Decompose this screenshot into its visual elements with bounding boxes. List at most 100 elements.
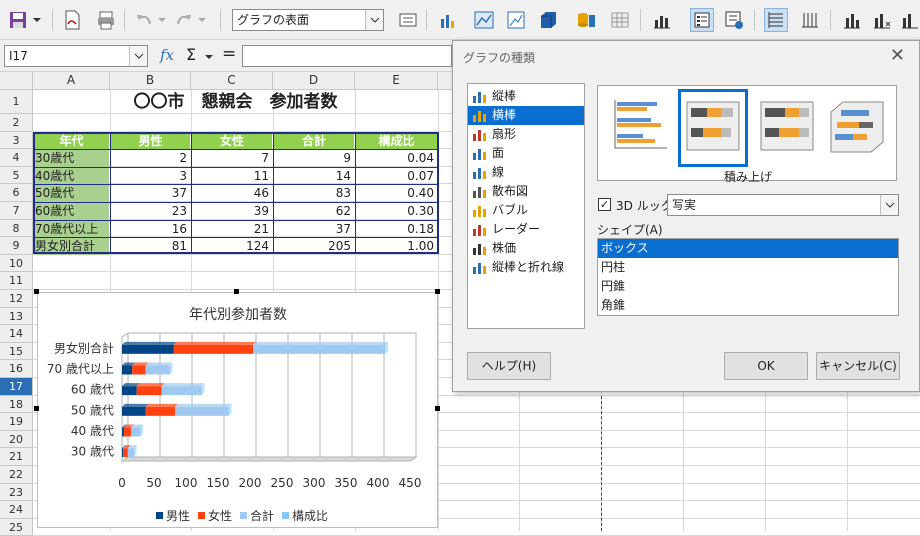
y-axis-icon[interactable] <box>898 8 920 32</box>
cell-male[interactable]: 23 <box>111 203 190 220</box>
select-all-corner[interactable] <box>0 72 33 90</box>
row-header[interactable]: 25 <box>0 518 33 536</box>
legend-settings-icon[interactable] <box>722 8 746 32</box>
cancel-button[interactable]: キャンセル(C) <box>816 352 900 380</box>
cell-age[interactable]: 40歳代 <box>34 167 109 185</box>
row-header[interactable]: 11 <box>0 272 33 290</box>
column-header-d[interactable]: D <box>273 72 355 90</box>
variant-stacked[interactable] <box>678 89 748 167</box>
cell-ratio[interactable]: 0.30 <box>356 203 437 220</box>
close-icon[interactable]: ✕ <box>890 45 905 66</box>
chart-element-combo[interactable]: グラフの表面 <box>232 9 384 31</box>
cell-age[interactable]: 60歳代 <box>34 203 109 220</box>
cell-male[interactable]: 16 <box>111 221 190 238</box>
shape-item[interactable]: ボックス <box>598 239 898 258</box>
row-header[interactable]: 5 <box>0 166 33 185</box>
insert-titles-icon[interactable] <box>650 8 674 32</box>
cell-female[interactable]: 46 <box>192 185 272 202</box>
row-header[interactable]: 6 <box>0 184 33 202</box>
sheet-title[interactable]: 〇〇市 懇親会 参加者数 <box>33 91 438 113</box>
shape-item[interactable]: 円柱 <box>598 258 898 277</box>
cell-total[interactable]: 205 <box>274 238 354 255</box>
cell-ratio[interactable]: 0.40 <box>356 185 437 202</box>
header-cell-age[interactable]: 年代 <box>34 133 109 150</box>
cell-ratio[interactable]: 0.04 <box>356 150 437 167</box>
legend-toggle-icon[interactable] <box>690 8 714 32</box>
cell-age[interactable]: 70歳代以上 <box>34 220 109 238</box>
formula-icon[interactable]: = <box>222 44 236 64</box>
chart-resize-handle[interactable] <box>34 406 39 411</box>
row-header[interactable]: 1 <box>0 90 33 114</box>
row-header[interactable]: 10 <box>0 254 33 273</box>
row-header[interactable]: 20 <box>0 430 33 449</box>
data-grid-icon[interactable] <box>608 8 632 32</box>
row-header[interactable]: 22 <box>0 466 33 484</box>
redo-dropdown-icon[interactable] <box>196 8 208 32</box>
row-header[interactable]: 16 <box>0 360 33 378</box>
formula-input[interactable] <box>242 45 452 67</box>
row-header[interactable]: 8 <box>0 219 33 238</box>
chart-type-item[interactable]: 線 <box>468 163 584 182</box>
row-header[interactable]: 23 <box>0 483 33 502</box>
cell-age[interactable]: 50歳代 <box>34 185 109 203</box>
chart-type-item[interactable]: 縦棒 <box>468 87 584 106</box>
variant-normal[interactable] <box>608 92 674 164</box>
cell-female[interactable]: 11 <box>192 168 272 185</box>
row-header[interactable]: 15 <box>0 342 33 361</box>
save-dropdown-icon[interactable] <box>30 8 44 32</box>
cell-ratio[interactable]: 1.00 <box>356 238 437 255</box>
print-icon[interactable] <box>94 8 118 32</box>
cell-female[interactable]: 39 <box>192 203 272 220</box>
row-header[interactable]: 2 <box>0 114 33 132</box>
cell-male[interactable]: 37 <box>111 185 190 202</box>
cell-total[interactable]: 83 <box>274 185 354 202</box>
axes-icon[interactable] <box>840 8 864 32</box>
export-pdf-icon[interactable] <box>60 8 84 32</box>
cell-total[interactable]: 9 <box>274 150 354 167</box>
sum-icon[interactable]: Σ <box>186 45 196 64</box>
header-cell-male[interactable]: 男性 <box>111 133 190 150</box>
name-box[interactable]: I17 <box>4 45 148 67</box>
chart-type-item[interactable]: バブル <box>468 201 584 220</box>
cell-female[interactable]: 124 <box>192 238 272 255</box>
horizontal-grid-icon[interactable] <box>764 8 788 32</box>
undo-dropdown-icon[interactable] <box>156 8 168 32</box>
column-header-a[interactable]: A <box>33 72 110 90</box>
shape-item[interactable]: 角錐 <box>598 296 898 315</box>
function-wizard-icon[interactable]: fx <box>160 46 174 64</box>
data-table-icon[interactable] <box>574 8 598 32</box>
cell-ratio[interactable]: 0.07 <box>356 168 437 185</box>
cell-male[interactable]: 2 <box>111 150 190 167</box>
header-cell-female[interactable]: 女性 <box>192 133 272 150</box>
cell-male[interactable]: 81 <box>111 238 190 255</box>
chart-type-item[interactable]: 株価 <box>468 239 584 258</box>
cell-age[interactable]: 男女別合計 <box>34 238 109 256</box>
chart-type-item[interactable]: 散布図 <box>468 182 584 201</box>
row-header[interactable]: 7 <box>0 202 33 220</box>
shape-list[interactable]: ボックス 円柱 円錐 角錐 <box>597 238 899 316</box>
3d-look-checkbox[interactable]: ✓ <box>598 198 611 211</box>
chart-type-item[interactable]: 縦棒と折れ線 <box>468 258 584 277</box>
column-header-c[interactable]: C <box>191 72 273 90</box>
chart-type-item[interactable]: レーダー <box>468 220 584 239</box>
3d-scheme-select[interactable]: 写実 <box>667 194 899 216</box>
row-header[interactable]: 13 <box>0 307 33 326</box>
cell-ratio[interactable]: 0.18 <box>356 221 437 238</box>
chart-type-item[interactable]: 扇形 <box>468 125 584 144</box>
x-axis-icon[interactable] <box>870 8 894 32</box>
row-header[interactable]: 4 <box>0 149 33 167</box>
cell-age[interactable]: 30歳代 <box>34 150 109 168</box>
row-header[interactable]: 18 <box>0 395 33 414</box>
row-header[interactable]: 21 <box>0 448 33 466</box>
cell-female[interactable]: 7 <box>192 150 272 167</box>
row-header[interactable]: 12 <box>0 290 33 308</box>
chart-object[interactable]: 年代別参加者数 0 50 100 150 200 250 300 350 400 450 男女別合計 7… <box>37 292 438 528</box>
cell-total[interactable]: 14 <box>274 168 354 185</box>
chevron-down-icon[interactable] <box>365 10 383 30</box>
row-header[interactable]: 19 <box>0 413 33 431</box>
chart-resize-handle[interactable] <box>435 289 440 294</box>
chart-type-icon[interactable] <box>436 8 460 32</box>
header-cell-ratio[interactable]: 構成比 <box>356 133 437 150</box>
chevron-down-icon[interactable] <box>129 46 147 66</box>
vertical-grid-icon[interactable] <box>798 8 822 32</box>
